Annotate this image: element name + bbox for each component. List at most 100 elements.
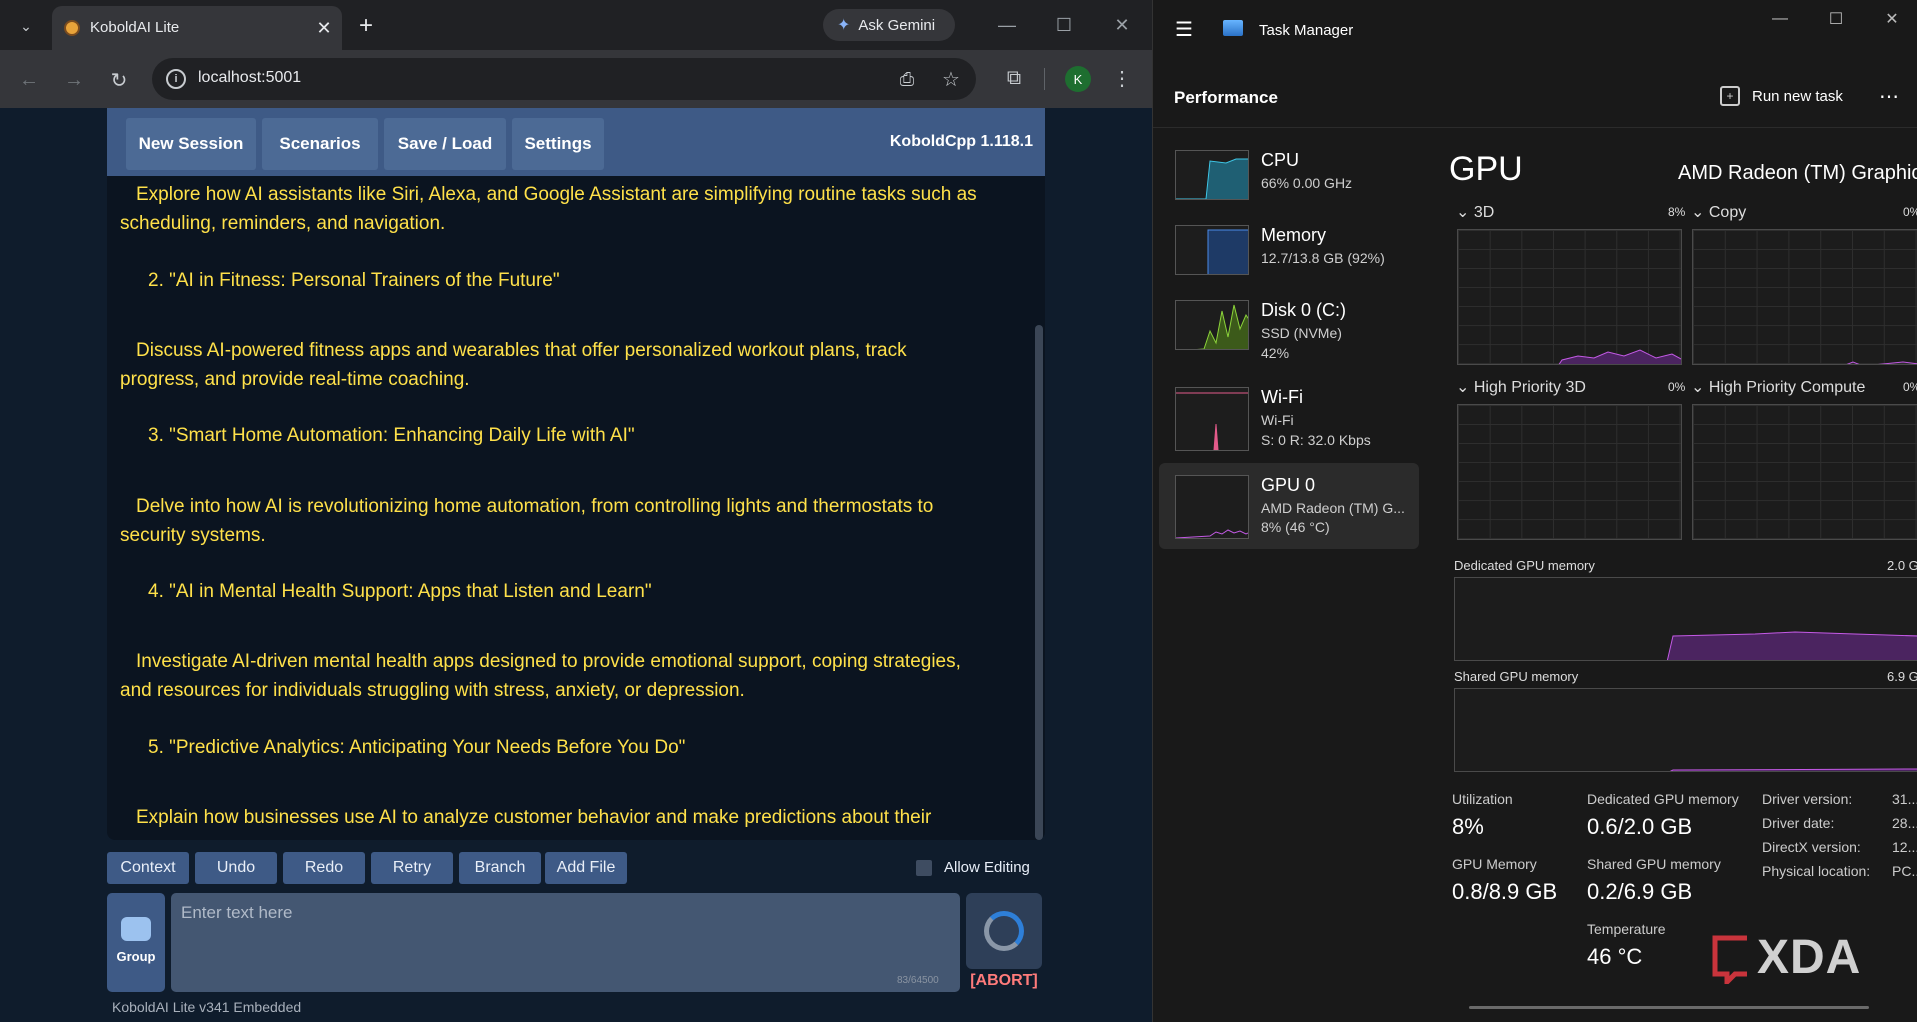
run-task-icon[interactable]: + <box>1720 86 1740 106</box>
prompt-input[interactable]: Enter text here <box>171 893 960 992</box>
temperature-label: Temperature <box>1587 921 1666 937</box>
minimize-icon[interactable]: — <box>987 8 1027 42</box>
close-window-icon[interactable]: ✕ <box>1102 8 1142 42</box>
tm-close-icon[interactable]: ✕ <box>1874 8 1910 30</box>
xda-wordmark: XDA <box>1757 931 1862 984</box>
tm-maximize-icon[interactable]: ☐ <box>1818 8 1854 30</box>
directx-version-value: 12... <box>1892 839 1917 855</box>
retry-button[interactable]: Retry <box>371 852 453 884</box>
gpu-model: AMD Radeon (TM) Graphics <box>1678 162 1917 184</box>
tab-search-icon[interactable]: ⌄ <box>12 12 40 40</box>
redo-button[interactable]: Redo <box>283 852 365 884</box>
memory-thumbnail-graph <box>1175 225 1249 275</box>
install-app-icon[interactable]: ⎙ <box>894 66 920 92</box>
sidebar-name: CPU <box>1261 150 1300 170</box>
performance-header: Performance + Run new task ⋯ <box>1153 72 1917 128</box>
group-chat-button[interactable]: Group <box>107 893 165 992</box>
send-button[interactable] <box>966 893 1042 969</box>
story-line: Explore how AI assistants like Siri, Ale… <box>136 184 977 205</box>
story-heading: 3. "Smart Home Automation: Enhancing Dai… <box>148 425 635 446</box>
story-output[interactable]: Explore how AI assistants like Siri, Ale… <box>107 176 1045 840</box>
context-button[interactable]: Context <box>107 852 189 884</box>
sidebar-item-wifi[interactable]: Wi-Fi Wi-Fi S: 0 R: 32.0 Kbps <box>1159 381 1419 467</box>
site-info-icon[interactable]: i <box>166 69 186 89</box>
new-tab-button[interactable]: + <box>352 12 380 40</box>
sidebar-item-memory[interactable]: Memory 12.7/13.8 GB (92%) <box>1159 219 1419 305</box>
tm-title-bar: ☰ Task Manager — ☐ ✕ <box>1153 0 1917 60</box>
engine-copy-label[interactable]: ⌄ Copy <box>1691 202 1746 222</box>
bookmark-star-icon[interactable]: ☆ <box>938 66 964 92</box>
forward-icon[interactable]: → <box>59 65 89 95</box>
save-load-button[interactable]: Save / Load <box>384 118 506 170</box>
engine-3d-label[interactable]: ⌄ 3D <box>1456 202 1494 222</box>
tm-horizontal-scrollbar[interactable] <box>1469 1006 1869 1009</box>
run-new-task-button[interactable]: Run new task <box>1752 88 1843 105</box>
scenarios-button[interactable]: Scenarios <box>262 118 378 170</box>
close-tab-icon[interactable]: ✕ <box>312 16 336 40</box>
driver-date-value: 28... <box>1892 815 1917 831</box>
char-count: 83/64500 <box>897 975 939 986</box>
xda-bracket-icon <box>1712 935 1747 984</box>
sidebar-name: Wi-Fi <box>1261 387 1303 407</box>
reload-icon[interactable]: ↻ <box>104 65 134 95</box>
dedicated-stat-value: 0.6/2.0 GB <box>1587 814 1693 839</box>
sidebar-item-gpu[interactable]: GPU 0 AMD Radeon (TM) G... 8% (46 °C) <box>1159 463 1419 549</box>
sidebar-item-disk[interactable]: Disk 0 (C:) SSD (NVMe) 42% <box>1159 294 1419 380</box>
sidebar-sub: Wi-Fi <box>1261 412 1294 428</box>
settings-button[interactable]: Settings <box>512 118 604 170</box>
engine-hpcompute-label[interactable]: ⌄ High Priority Compute <box>1691 377 1865 397</box>
sidebar-sub: 8% (46 °C) <box>1261 519 1330 535</box>
branch-button[interactable]: Branch <box>459 852 541 884</box>
version-label: KoboldCpp 1.118.1 <box>889 133 1033 150</box>
profile-avatar[interactable]: K <box>1065 66 1091 92</box>
gpu-copy-graph <box>1692 229 1917 365</box>
shared-memory-label: Shared GPU memory <box>1454 669 1579 684</box>
tab-title: KoboldAI Lite <box>90 19 180 36</box>
dedicated-memory-max: 2.0 GB <box>1887 558 1917 573</box>
address-bar[interactable]: i localhost:5001 ⎙ ☆ <box>152 58 976 100</box>
engine-hp3d-label[interactable]: ⌄ High Priority 3D <box>1456 377 1586 397</box>
utilization-value: 8% <box>1452 814 1484 839</box>
url-text[interactable]: localhost:5001 <box>198 69 301 87</box>
allow-editing-checkbox[interactable] <box>916 860 932 876</box>
more-options-icon[interactable]: ⋯ <box>1875 84 1903 108</box>
browser-menu-icon[interactable]: ⋮ <box>1110 64 1134 92</box>
abort-link[interactable]: [ABORT] <box>966 972 1042 990</box>
disk-thumbnail-graph <box>1175 300 1249 350</box>
driver-date-label: Driver date: <box>1762 815 1835 831</box>
temperature-value: 46 °C <box>1587 944 1643 969</box>
tm-minimize-icon[interactable]: — <box>1762 8 1798 30</box>
hamburger-menu-icon[interactable]: ☰ <box>1173 19 1195 41</box>
undo-button[interactable]: Undo <box>195 852 277 884</box>
dedicated-stat-label: Dedicated GPU memory <box>1587 791 1739 807</box>
engine-pct: 8% <box>1668 205 1686 219</box>
sidebar-name: GPU 0 <box>1261 475 1316 495</box>
story-line: scheduling, reminders, and navigation. <box>120 213 446 234</box>
gpu-hpcompute-graph <box>1692 404 1917 540</box>
engine-label: Copy <box>1708 204 1747 221</box>
sidebar-sub: S: 0 R: 32.0 Kbps <box>1261 432 1371 448</box>
story-line: and resources for individuals struggling… <box>120 680 745 701</box>
browser-window: ⌄ KoboldAI Lite ✕ + ✦ Ask Gemini — ☐ ✕ ←… <box>0 0 1152 1022</box>
kobold-favicon-icon <box>64 20 80 36</box>
cpu-thumbnail-graph <box>1175 150 1249 200</box>
tab-koboldai[interactable]: KoboldAI Lite ✕ <box>52 6 342 50</box>
sidebar-name: Memory <box>1261 225 1327 245</box>
allow-editing-label: Allow Editing <box>944 859 1030 876</box>
ask-gemini-button[interactable]: ✦ Ask Gemini <box>823 9 955 41</box>
back-icon[interactable]: ← <box>14 65 44 95</box>
add-file-button[interactable]: Add File <box>545 852 627 884</box>
story-scrollbar[interactable] <box>1035 325 1043 840</box>
sidebar-sub: AMD Radeon (TM) G... <box>1261 500 1405 516</box>
maximize-icon[interactable]: ☐ <box>1044 8 1084 42</box>
physical-location-value: PC... <box>1892 863 1917 879</box>
directx-version-label: DirectX version: <box>1762 839 1861 855</box>
new-session-button[interactable]: New Session <box>126 118 256 170</box>
extensions-icon[interactable]: ⧉ <box>1000 64 1028 92</box>
tm-title: Task Manager <box>1259 22 1354 39</box>
shared-stat-value: 0.2/6.9 GB <box>1587 879 1693 904</box>
kobold-footer: KoboldAI Lite v341 Embedded <box>112 999 302 1015</box>
tab-strip: ⌄ KoboldAI Lite ✕ + ✦ Ask Gemini — ☐ ✕ <box>0 0 1152 50</box>
sidebar-item-cpu[interactable]: CPU 66% 0.00 GHz <box>1159 144 1419 230</box>
sidebar-sub: SSD (NVMe) <box>1261 325 1342 341</box>
